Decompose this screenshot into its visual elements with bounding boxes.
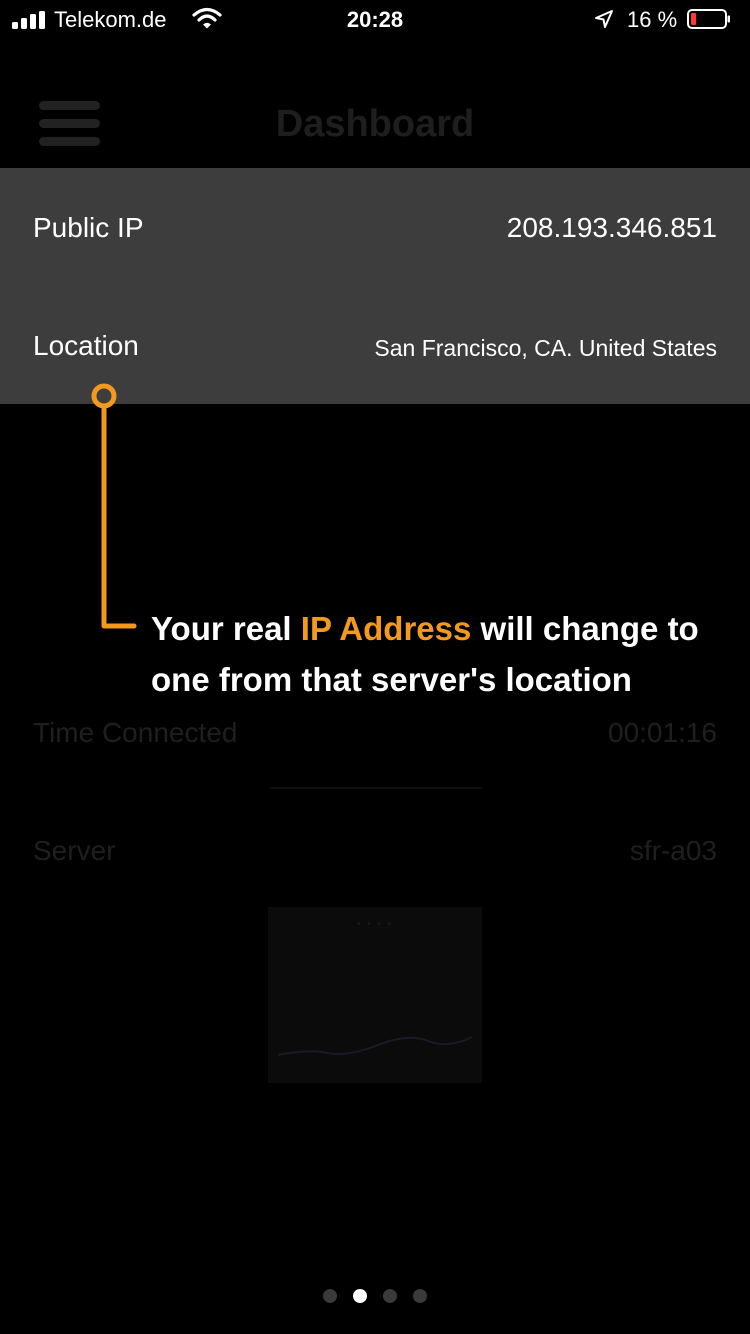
status-bar: Telekom.de 20:28 16 % [0, 0, 750, 40]
page-dot[interactable] [383, 1289, 397, 1303]
public-ip-label: Public IP [33, 212, 144, 243]
page-dot[interactable] [323, 1289, 337, 1303]
location-arrow-icon [595, 10, 613, 28]
info-panel: Public IP 208.193.346.851 Location San F… [0, 168, 750, 404]
page-indicator[interactable] [0, 1289, 750, 1308]
public-ip-value: 208.193.346.851 [506, 212, 717, 243]
time-connected-label: Time Connected [33, 717, 238, 748]
callout-text-before: Your real [151, 610, 301, 647]
callout-highlight: IP Address [300, 610, 472, 647]
battery-icon [687, 9, 730, 29]
location-label: Location [33, 330, 139, 361]
server-value: sfr-a03 [629, 835, 717, 866]
callout-text: Your real IP Address will change to one … [151, 603, 711, 705]
page-dot[interactable] [413, 1289, 427, 1303]
battery-percent: 16 % [627, 7, 678, 32]
page-title: Dashboard [275, 103, 475, 145]
traffic-line [277, 1036, 473, 1056]
location-value: San Francisco, CA. United States [374, 335, 717, 361]
server-label: Server [33, 835, 116, 866]
traffic-chart: • • • • [268, 907, 482, 1083]
divider [270, 787, 482, 789]
page-dot[interactable] [353, 1289, 367, 1303]
time-connected-value: 00:01:16 [608, 717, 717, 748]
